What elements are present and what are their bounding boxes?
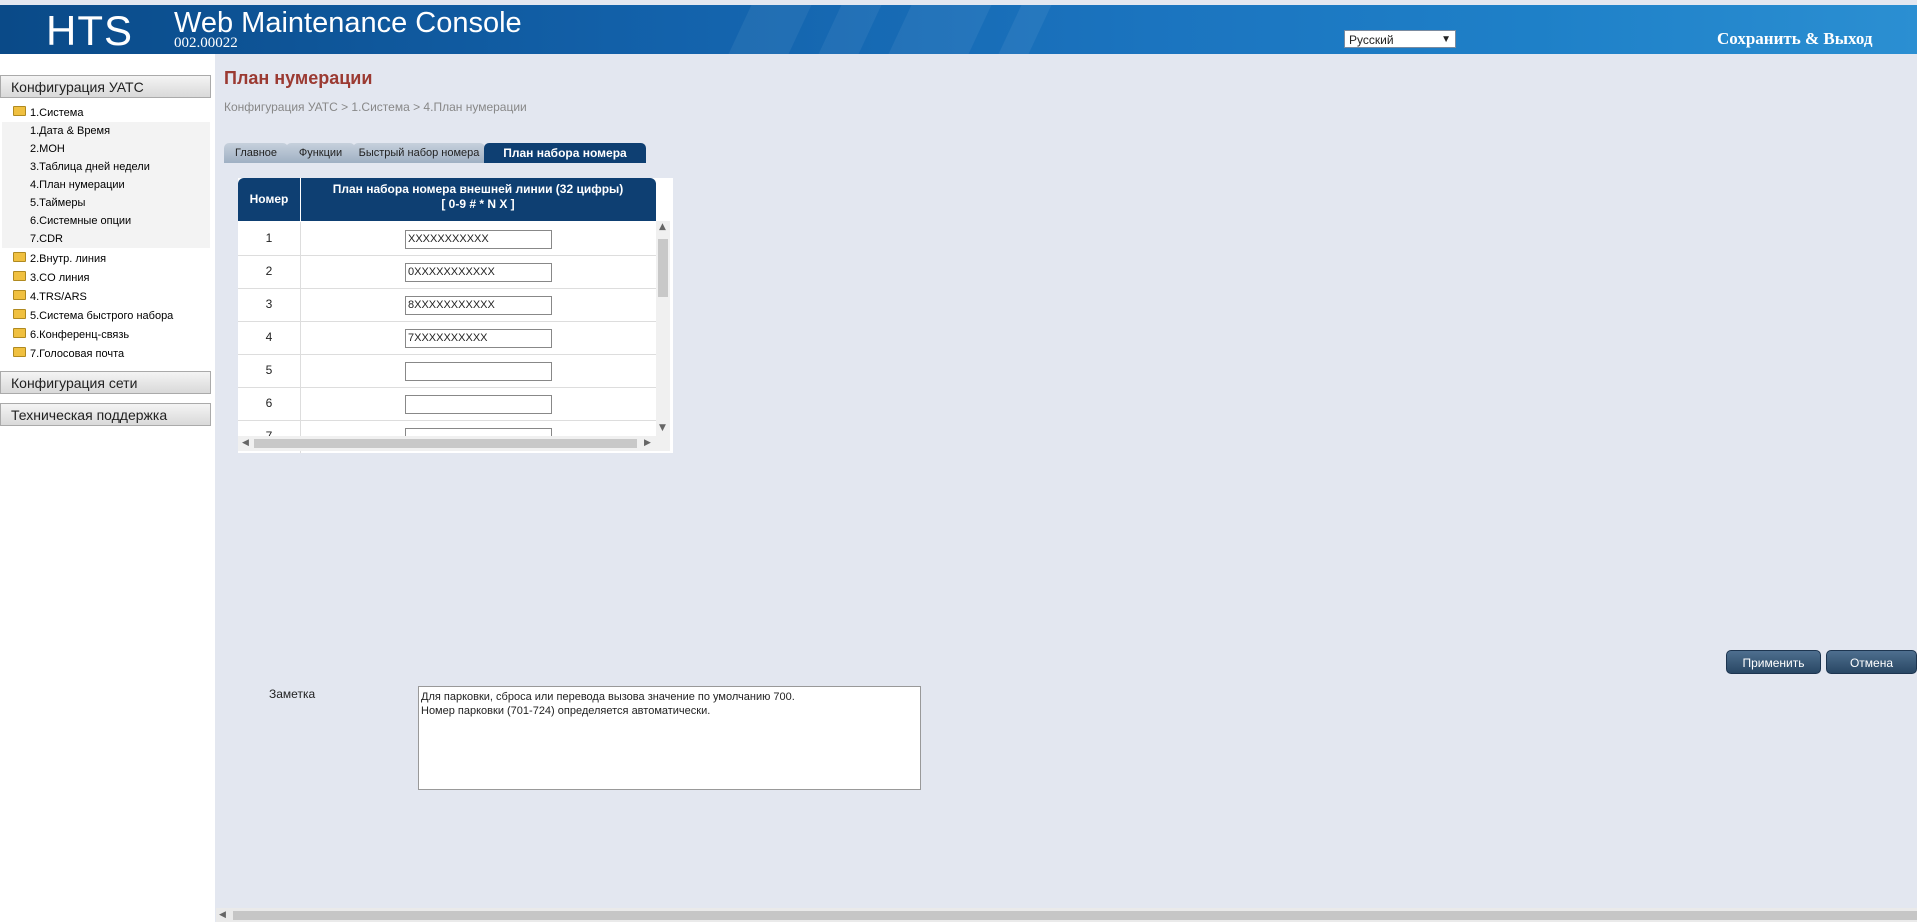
table-row: 2 0XXXXXXXXXXX xyxy=(238,255,656,289)
sidebar-folder-voicemail[interactable]: 7.Голосовая почта xyxy=(13,346,124,363)
tab-main[interactable]: Главное xyxy=(224,143,288,163)
sidebar-item-system-options[interactable]: 6.Системные опции xyxy=(30,213,131,230)
breadcrumb: Конфигурация УАТС > 1.Система > 4.План н… xyxy=(224,100,527,114)
row-number: 4 xyxy=(238,321,301,354)
dial-plan-input[interactable]: 8XXXXXXXXXXX xyxy=(405,296,552,315)
tab-dial-plan[interactable]: План набора номера xyxy=(484,143,646,163)
scroll-up-icon[interactable]: ▲ xyxy=(659,222,666,232)
table-vertical-scrollbar[interactable]: ▲ ▼ xyxy=(656,221,670,436)
table-header: Номер План набора номера внешней линии (… xyxy=(238,178,656,221)
sidebar-section-tech-support[interactable]: Техническая поддержка xyxy=(0,403,211,426)
row-number: 1 xyxy=(238,222,301,255)
scroll-down-icon[interactable]: ▼ xyxy=(659,423,666,433)
dial-plan-input[interactable]: XXXXXXXXXXX xyxy=(405,230,552,249)
dropdown-arrow-icon: ▼ xyxy=(1441,34,1451,45)
sidebar-item-cdr[interactable]: 7.CDR xyxy=(30,231,63,248)
language-select[interactable]: Русский ▼ xyxy=(1344,30,1456,48)
sidebar-folder-extension[interactable]: 2.Внутр. линия xyxy=(13,251,106,268)
sidebar-folder-conference[interactable]: 6.Конференц-связь xyxy=(13,327,129,344)
column-number-header: Номер xyxy=(238,178,301,221)
language-value: Русский xyxy=(1349,33,1394,47)
dial-plan-input[interactable] xyxy=(405,362,552,381)
tab-functions[interactable]: Функции xyxy=(286,143,355,163)
folder-icon xyxy=(13,252,26,263)
sidebar-folder-speed-dial[interactable]: 5.Система быстрого набора xyxy=(13,308,173,325)
page-horizontal-scrollbar[interactable]: ◀ xyxy=(216,908,1917,922)
brand-logo: HTS xyxy=(46,7,133,54)
scroll-thumb[interactable] xyxy=(233,911,1917,920)
scroll-thumb[interactable] xyxy=(658,239,668,297)
folder-icon xyxy=(13,106,26,117)
table-row: 5 xyxy=(238,354,656,388)
row-number: 6 xyxy=(238,387,301,420)
sidebar-item-timers[interactable]: 5.Таймеры xyxy=(30,195,85,212)
sidebar-item-weekday-table[interactable]: 3.Таблица дней недели xyxy=(30,159,150,176)
column-plan-header: План набора номера внешней линии (32 циф… xyxy=(332,182,624,211)
folder-icon xyxy=(13,309,26,320)
page-title: План нумерации xyxy=(224,68,373,88)
sidebar-folder-co-line[interactable]: 3.CO линия xyxy=(13,270,89,287)
folder-icon xyxy=(13,290,26,301)
sidebar-folder-system[interactable]: 1.Система xyxy=(13,105,83,122)
scroll-left-icon[interactable]: ◀ xyxy=(242,438,249,448)
note-label: Заметка xyxy=(269,687,316,701)
table-row: 4 7XXXXXXXXXX xyxy=(238,321,656,355)
sidebar-item-numbering-plan[interactable]: 4.План нумерации xyxy=(30,177,125,194)
sidebar-section-network-config[interactable]: Конфигурация сети xyxy=(0,371,211,394)
dial-plan-input[interactable]: 0XXXXXXXXXXX xyxy=(405,263,552,282)
dial-plan-input[interactable]: 7XXXXXXXXXX xyxy=(405,329,552,348)
row-number: 3 xyxy=(238,288,301,321)
sidebar-item-moh[interactable]: 2.MOH xyxy=(30,141,65,158)
table-row: 3 8XXXXXXXXXXX xyxy=(238,288,656,322)
table-row: 1 XXXXXXXXXXX xyxy=(238,222,656,256)
sidebar-folder-trs-ars[interactable]: 4.TRS/ARS xyxy=(13,289,87,306)
tab-speed-dial[interactable]: Быстрый набор номера xyxy=(353,143,485,163)
save-exit-link[interactable]: Сохранить & Выход xyxy=(1717,29,1872,49)
sidebar: Конфигурация УАТС 1.Система 1.Дата & Вре… xyxy=(0,54,215,922)
folder-icon xyxy=(13,328,26,339)
table-horizontal-scrollbar[interactable]: ◀ ▶ xyxy=(238,436,670,451)
sidebar-item-date-time[interactable]: 1.Дата & Время xyxy=(30,123,110,140)
scroll-left-icon[interactable]: ◀ xyxy=(219,910,226,920)
sidebar-section-pbx-config[interactable]: Конфигурация УАТС xyxy=(0,75,211,98)
folder-icon xyxy=(13,271,26,282)
note-textarea[interactable]: Для парковки, сброса или перевода вызова… xyxy=(418,686,921,790)
dial-plan-table: Номер План набора номера внешней линии (… xyxy=(238,178,673,453)
header-bar: HTS Web Maintenance Console 002.00022 Ру… xyxy=(0,5,1917,54)
version-label: 002.00022 xyxy=(174,35,238,51)
folder-icon xyxy=(13,347,26,358)
row-number: 5 xyxy=(238,354,301,387)
cancel-button[interactable]: Отмена xyxy=(1826,650,1917,674)
apply-button[interactable]: Применить xyxy=(1726,650,1821,674)
scroll-right-icon[interactable]: ▶ xyxy=(644,438,651,448)
row-number: 2 xyxy=(238,255,301,288)
scroll-thumb[interactable] xyxy=(254,439,637,448)
dial-plan-input[interactable] xyxy=(405,395,552,414)
table-row: 6 xyxy=(238,387,656,421)
